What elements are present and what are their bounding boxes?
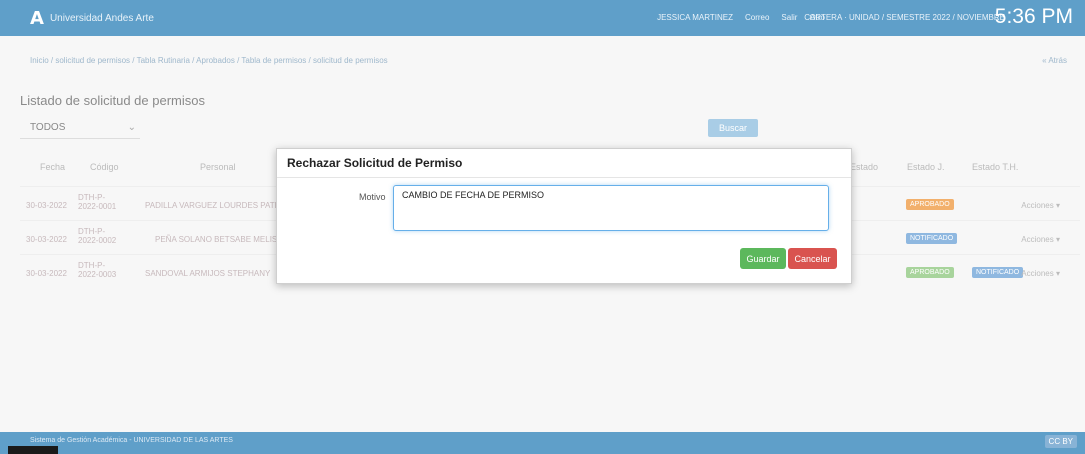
brand[interactable]: A Universidad Andes Arte bbox=[30, 8, 154, 29]
actions-dropdown[interactable]: Acciones ▾ bbox=[1021, 269, 1060, 278]
clock: 5:36 PM bbox=[994, 5, 1073, 28]
save-button[interactable]: Guardar bbox=[740, 248, 786, 269]
brand-logo: A bbox=[30, 8, 44, 29]
cell-codigo: DTH-P-2022-0001 bbox=[78, 193, 117, 211]
cell-fecha: 30-03-2022 bbox=[26, 269, 67, 278]
nav-meta: CARTERA · UNIDAD / SEMESTRE 2022 / NOVIE… bbox=[804, 13, 1005, 22]
search-button[interactable]: Buscar bbox=[708, 119, 758, 137]
motivo-field[interactable]: CAMBIO DE FECHA DE PERMISO bbox=[393, 185, 829, 231]
modal-header: Rechazar Solicitud de Permiso bbox=[277, 149, 851, 178]
footer: Sistema de Gestión Académica - UNIVERSID… bbox=[0, 432, 1085, 454]
chevron-down-icon: ⌄ bbox=[127, 122, 136, 133]
th-codigo: Código bbox=[90, 162, 119, 172]
nav-item-user[interactable]: JESSICA MARTINEZ bbox=[657, 13, 733, 22]
footer-text: Sistema de Gestión Académica - UNIVERSID… bbox=[30, 437, 233, 444]
nav-item-mail[interactable]: Correo bbox=[745, 13, 769, 22]
status-badge: NOTIFICADO bbox=[972, 267, 1024, 278]
license-badge[interactable]: CC BY bbox=[1044, 435, 1077, 448]
actions-dropdown[interactable]: Acciones ▾ bbox=[1021, 235, 1060, 244]
th-estado-j: Estado J. bbox=[907, 162, 945, 172]
filter-select[interactable]: TODOS ⌄ bbox=[20, 118, 140, 139]
reject-permission-modal: Rechazar Solicitud de Permiso Motivo CAM… bbox=[276, 148, 852, 284]
nav-items: JESSICA MARTINEZ Correo Salir Otro bbox=[657, 13, 825, 22]
cell-codigo: DTH-P-2022-0002 bbox=[78, 227, 117, 245]
motivo-label: Motivo bbox=[359, 192, 386, 202]
page-title: Listado de solicitud de permisos bbox=[20, 93, 205, 108]
status-badge: NOTIFICADO bbox=[906, 233, 958, 244]
cell-codigo: DTH-P-2022-0003 bbox=[78, 261, 117, 279]
filter-select-value: TODOS bbox=[30, 122, 66, 133]
th-fecha: Fecha bbox=[40, 162, 66, 172]
cell-personal: PADILLA VARGUEZ LOURDES PATRICIA bbox=[145, 201, 296, 210]
status-badge: APROBADO bbox=[906, 199, 954, 210]
th-personal: Personal bbox=[200, 162, 236, 172]
modal-title: Rechazar Solicitud de Permiso bbox=[287, 156, 463, 170]
taskbar-corner bbox=[8, 446, 58, 454]
cell-fecha: 30-03-2022 bbox=[26, 235, 67, 244]
back-link[interactable]: « Atrás bbox=[1042, 56, 1067, 65]
cell-fecha: 30-03-2022 bbox=[26, 201, 67, 210]
cell-personal: SANDOVAL ARMIJOS STEPHANY bbox=[145, 269, 271, 278]
status-badge: APROBADO bbox=[906, 267, 954, 278]
actions-dropdown[interactable]: Acciones ▾ bbox=[1021, 201, 1060, 210]
nav-item-logout[interactable]: Salir bbox=[781, 13, 797, 22]
cell-personal: PEÑA SOLANO BETSABE MELISA bbox=[155, 235, 283, 244]
breadcrumb[interactable]: Inicio / solicitud de permisos / Tabla R… bbox=[30, 56, 388, 65]
cancel-button[interactable]: Cancelar bbox=[788, 248, 837, 269]
top-navbar: A Universidad Andes Arte JESSICA MARTINE… bbox=[0, 0, 1085, 36]
th-estado: Estado bbox=[850, 162, 879, 172]
brand-text: Universidad Andes Arte bbox=[49, 13, 154, 24]
th-estado-th: Estado T.H. bbox=[972, 162, 1019, 172]
